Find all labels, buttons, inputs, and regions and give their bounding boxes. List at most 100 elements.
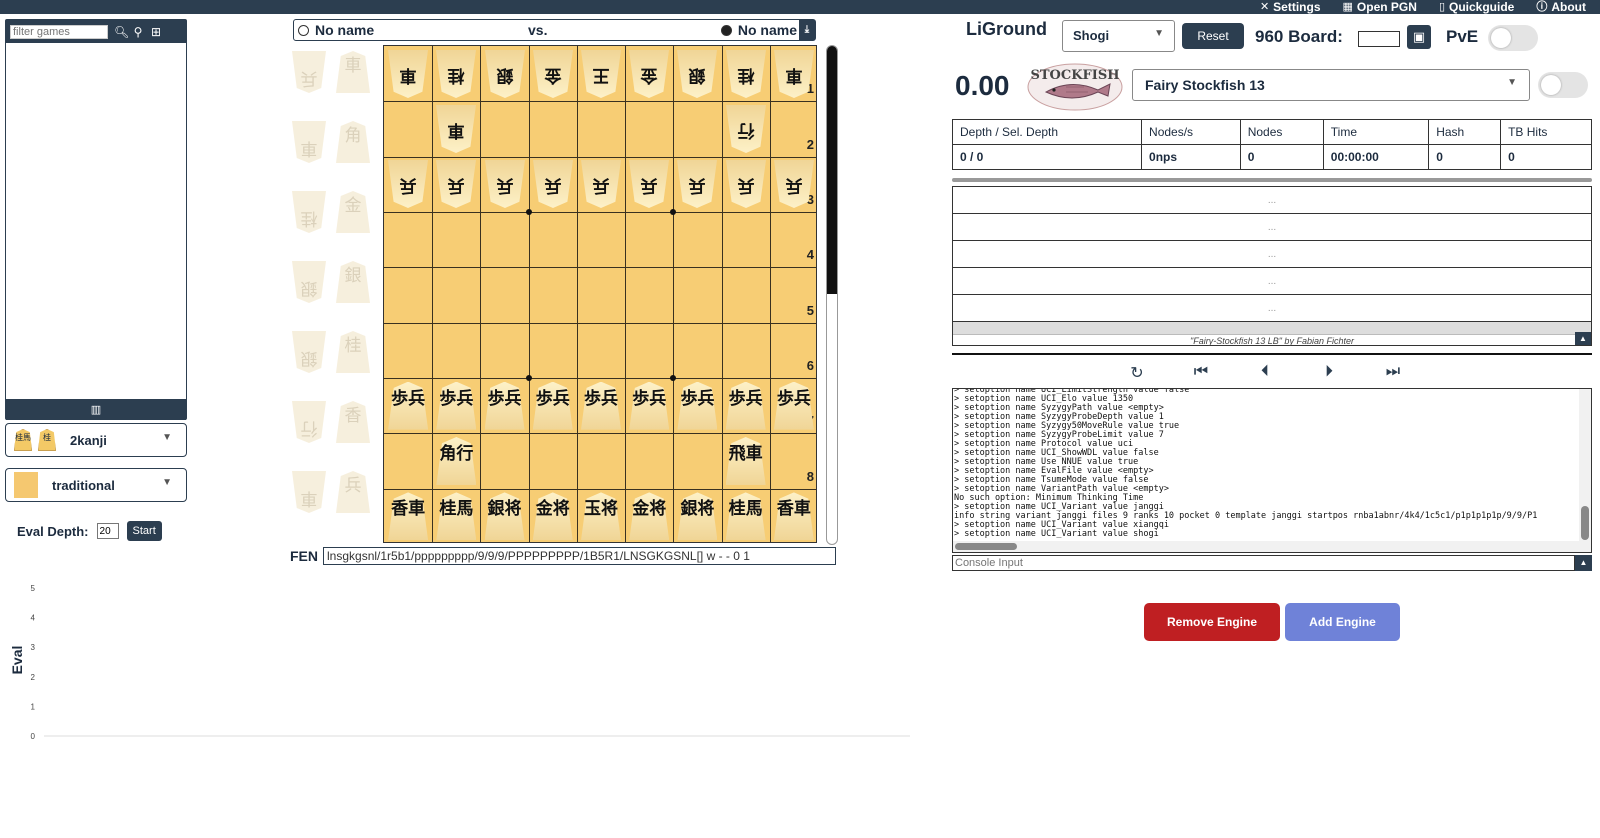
topbar-quickguide[interactable]: ▯ Quickguide xyxy=(1439,0,1514,14)
trash-icon[interactable]: ▥ xyxy=(91,403,101,416)
topbar-settings[interactable]: ✕ Settings xyxy=(1260,0,1321,14)
collapse-up-icon[interactable]: ▲ xyxy=(1575,332,1591,345)
gote-piece[interactable]: 兵 xyxy=(774,160,814,208)
eval-bar xyxy=(826,45,838,545)
board960-input[interactable] xyxy=(1358,31,1400,47)
pv-line[interactable]: ... xyxy=(953,295,1591,322)
gote-piece[interactable]: 銀 xyxy=(677,50,717,98)
hand-piece[interactable]: 銀 xyxy=(292,261,326,303)
sente-piece[interactable]: 角行 xyxy=(436,437,477,485)
gote-piece[interactable]: 王 xyxy=(581,50,621,98)
gote-piece[interactable]: 兵 xyxy=(677,160,717,208)
gote-piece[interactable]: 兵 xyxy=(726,160,766,208)
hand-piece[interactable]: 角 xyxy=(336,121,370,163)
sente-piece[interactable]: 桂馬 xyxy=(436,492,477,541)
pv-line[interactable]: ... xyxy=(953,214,1591,241)
sente-piece[interactable]: 飛車 xyxy=(725,437,766,485)
film-icon[interactable]: ▣ xyxy=(1407,25,1431,49)
sente-piece[interactable]: 金将 xyxy=(532,492,573,541)
hand-piece[interactable]: 車 xyxy=(292,121,326,163)
gote-piece[interactable]: 兵 xyxy=(581,160,621,208)
piece-style-select[interactable]: 桂馬 桂 2kanji ▼ xyxy=(5,423,187,457)
pve-toggle[interactable] xyxy=(1488,25,1538,51)
console-input[interactable] xyxy=(952,555,1575,571)
remove-engine-button[interactable]: Remove Engine xyxy=(1144,603,1280,641)
hand-piece[interactable]: 銀 xyxy=(336,261,370,303)
sente-piece[interactable]: 歩兵 xyxy=(629,381,670,430)
board-style-select[interactable]: traditional ▼ xyxy=(5,468,187,502)
gote-piece[interactable]: 兵 xyxy=(533,160,573,208)
sente-piece[interactable]: 香車 xyxy=(773,492,814,541)
sente-piece[interactable]: 桂馬 xyxy=(725,492,766,541)
search-icon[interactable]: 🔍︎ xyxy=(114,25,129,39)
gote-piece[interactable]: 桂 xyxy=(726,50,766,98)
hand-piece[interactable]: 兵 xyxy=(292,51,326,93)
sente-piece[interactable]: 銀将 xyxy=(677,492,718,541)
pv-line[interactable]: ... xyxy=(953,268,1591,295)
filter-icon[interactable]: ⚲ xyxy=(132,25,144,39)
last-move-icon[interactable]: ⏭ xyxy=(1383,363,1403,383)
gote-piece[interactable]: 兵 xyxy=(436,160,476,208)
hand-piece[interactable]: 銀 xyxy=(292,331,326,373)
pv-line[interactable]: ... xyxy=(953,241,1591,268)
gote-piece[interactable]: 車 xyxy=(388,50,428,98)
gote-piece[interactable]: 金 xyxy=(533,50,573,98)
sente-piece[interactable]: 香車 xyxy=(388,492,429,541)
prev-move-icon[interactable]: ⏴ xyxy=(1255,363,1275,383)
filter-games-input[interactable] xyxy=(10,24,108,39)
hand-piece[interactable]: 行 xyxy=(292,401,326,443)
reset-button[interactable]: Reset xyxy=(1182,23,1244,49)
stats-header: Time xyxy=(1322,119,1430,145)
sente-piece[interactable]: 歩兵 xyxy=(436,381,477,430)
sente-piece[interactable]: 歩兵 xyxy=(581,381,621,430)
gote-piece[interactable]: 兵 xyxy=(388,160,428,208)
hand-piece[interactable]: 桂 xyxy=(336,331,370,373)
gote-piece[interactable]: 行 xyxy=(726,105,766,153)
board-grid-line xyxy=(384,433,816,435)
gote-piece[interactable]: 桂 xyxy=(436,50,476,98)
first-move-icon[interactable]: ⏮ xyxy=(1191,363,1211,383)
sente-piece[interactable]: 歩兵 xyxy=(484,381,525,430)
console-submit-icon[interactable]: ▲ xyxy=(1575,555,1592,571)
gote-piece[interactable]: 兵 xyxy=(629,160,669,208)
sente-piece[interactable]: 歩兵 xyxy=(773,381,814,430)
sente-piece[interactable]: 歩兵 xyxy=(677,381,718,430)
engine-toggle[interactable] xyxy=(1538,72,1588,98)
add-engine-button[interactable]: Add Engine xyxy=(1285,603,1400,641)
next-move-icon[interactable]: ⏵ xyxy=(1319,363,1339,383)
pv-line[interactable]: ... xyxy=(953,187,1591,214)
sente-piece[interactable]: 歩兵 xyxy=(532,381,573,430)
gote-piece[interactable]: 兵 xyxy=(485,160,525,208)
variant-select[interactable]: Shogi ▼ xyxy=(1062,20,1175,52)
eval-depth-input[interactable] xyxy=(96,523,119,539)
shogi-board[interactable]: 12345678車桂銀金王金銀桂車車行兵兵兵兵兵兵兵兵兵歩兵歩兵歩兵歩兵歩兵歩兵… xyxy=(383,45,817,543)
board-grid-line xyxy=(625,46,627,542)
hand-piece[interactable]: 兵 xyxy=(336,471,370,513)
console-vertical-scrollbar[interactable] xyxy=(1579,389,1591,552)
rotate-icon[interactable]: ↻ xyxy=(1127,363,1147,383)
hand-piece[interactable]: 車 xyxy=(292,471,326,513)
flip-board-button[interactable]: ⤓ xyxy=(799,20,815,40)
hand-piece[interactable]: 金 xyxy=(336,191,370,233)
gote-piece[interactable]: 銀 xyxy=(485,50,525,98)
topbar-about[interactable]: ⓘ About xyxy=(1536,0,1586,14)
hand-piece[interactable]: 桂 xyxy=(292,191,326,233)
hand-piece[interactable]: 香 xyxy=(336,401,370,443)
expand-icon[interactable]: ⊞ xyxy=(150,25,162,39)
sente-piece[interactable]: 玉将 xyxy=(581,492,621,541)
eval-tick-label: 4 xyxy=(31,614,36,623)
gote-piece[interactable]: 車 xyxy=(436,105,476,153)
gote-piece[interactable]: 車 xyxy=(774,50,814,98)
hand-piece[interactable]: 車 xyxy=(336,51,370,93)
topbar-open-pgn[interactable]: ▦ Open PGN xyxy=(1343,0,1417,14)
sente-piece[interactable]: 銀将 xyxy=(484,492,525,541)
gote-piece[interactable]: 金 xyxy=(629,50,669,98)
console-horizontal-scrollbar[interactable] xyxy=(953,541,1581,552)
start-button[interactable]: Start xyxy=(126,521,162,541)
game-list[interactable] xyxy=(6,43,186,399)
sente-piece[interactable]: 歩兵 xyxy=(725,381,766,430)
sente-piece[interactable]: 金将 xyxy=(629,492,670,541)
fen-input[interactable] xyxy=(323,547,836,565)
sente-piece[interactable]: 歩兵 xyxy=(388,381,429,430)
engine-select[interactable]: Fairy Stockfish 13 ▼ xyxy=(1132,69,1530,101)
